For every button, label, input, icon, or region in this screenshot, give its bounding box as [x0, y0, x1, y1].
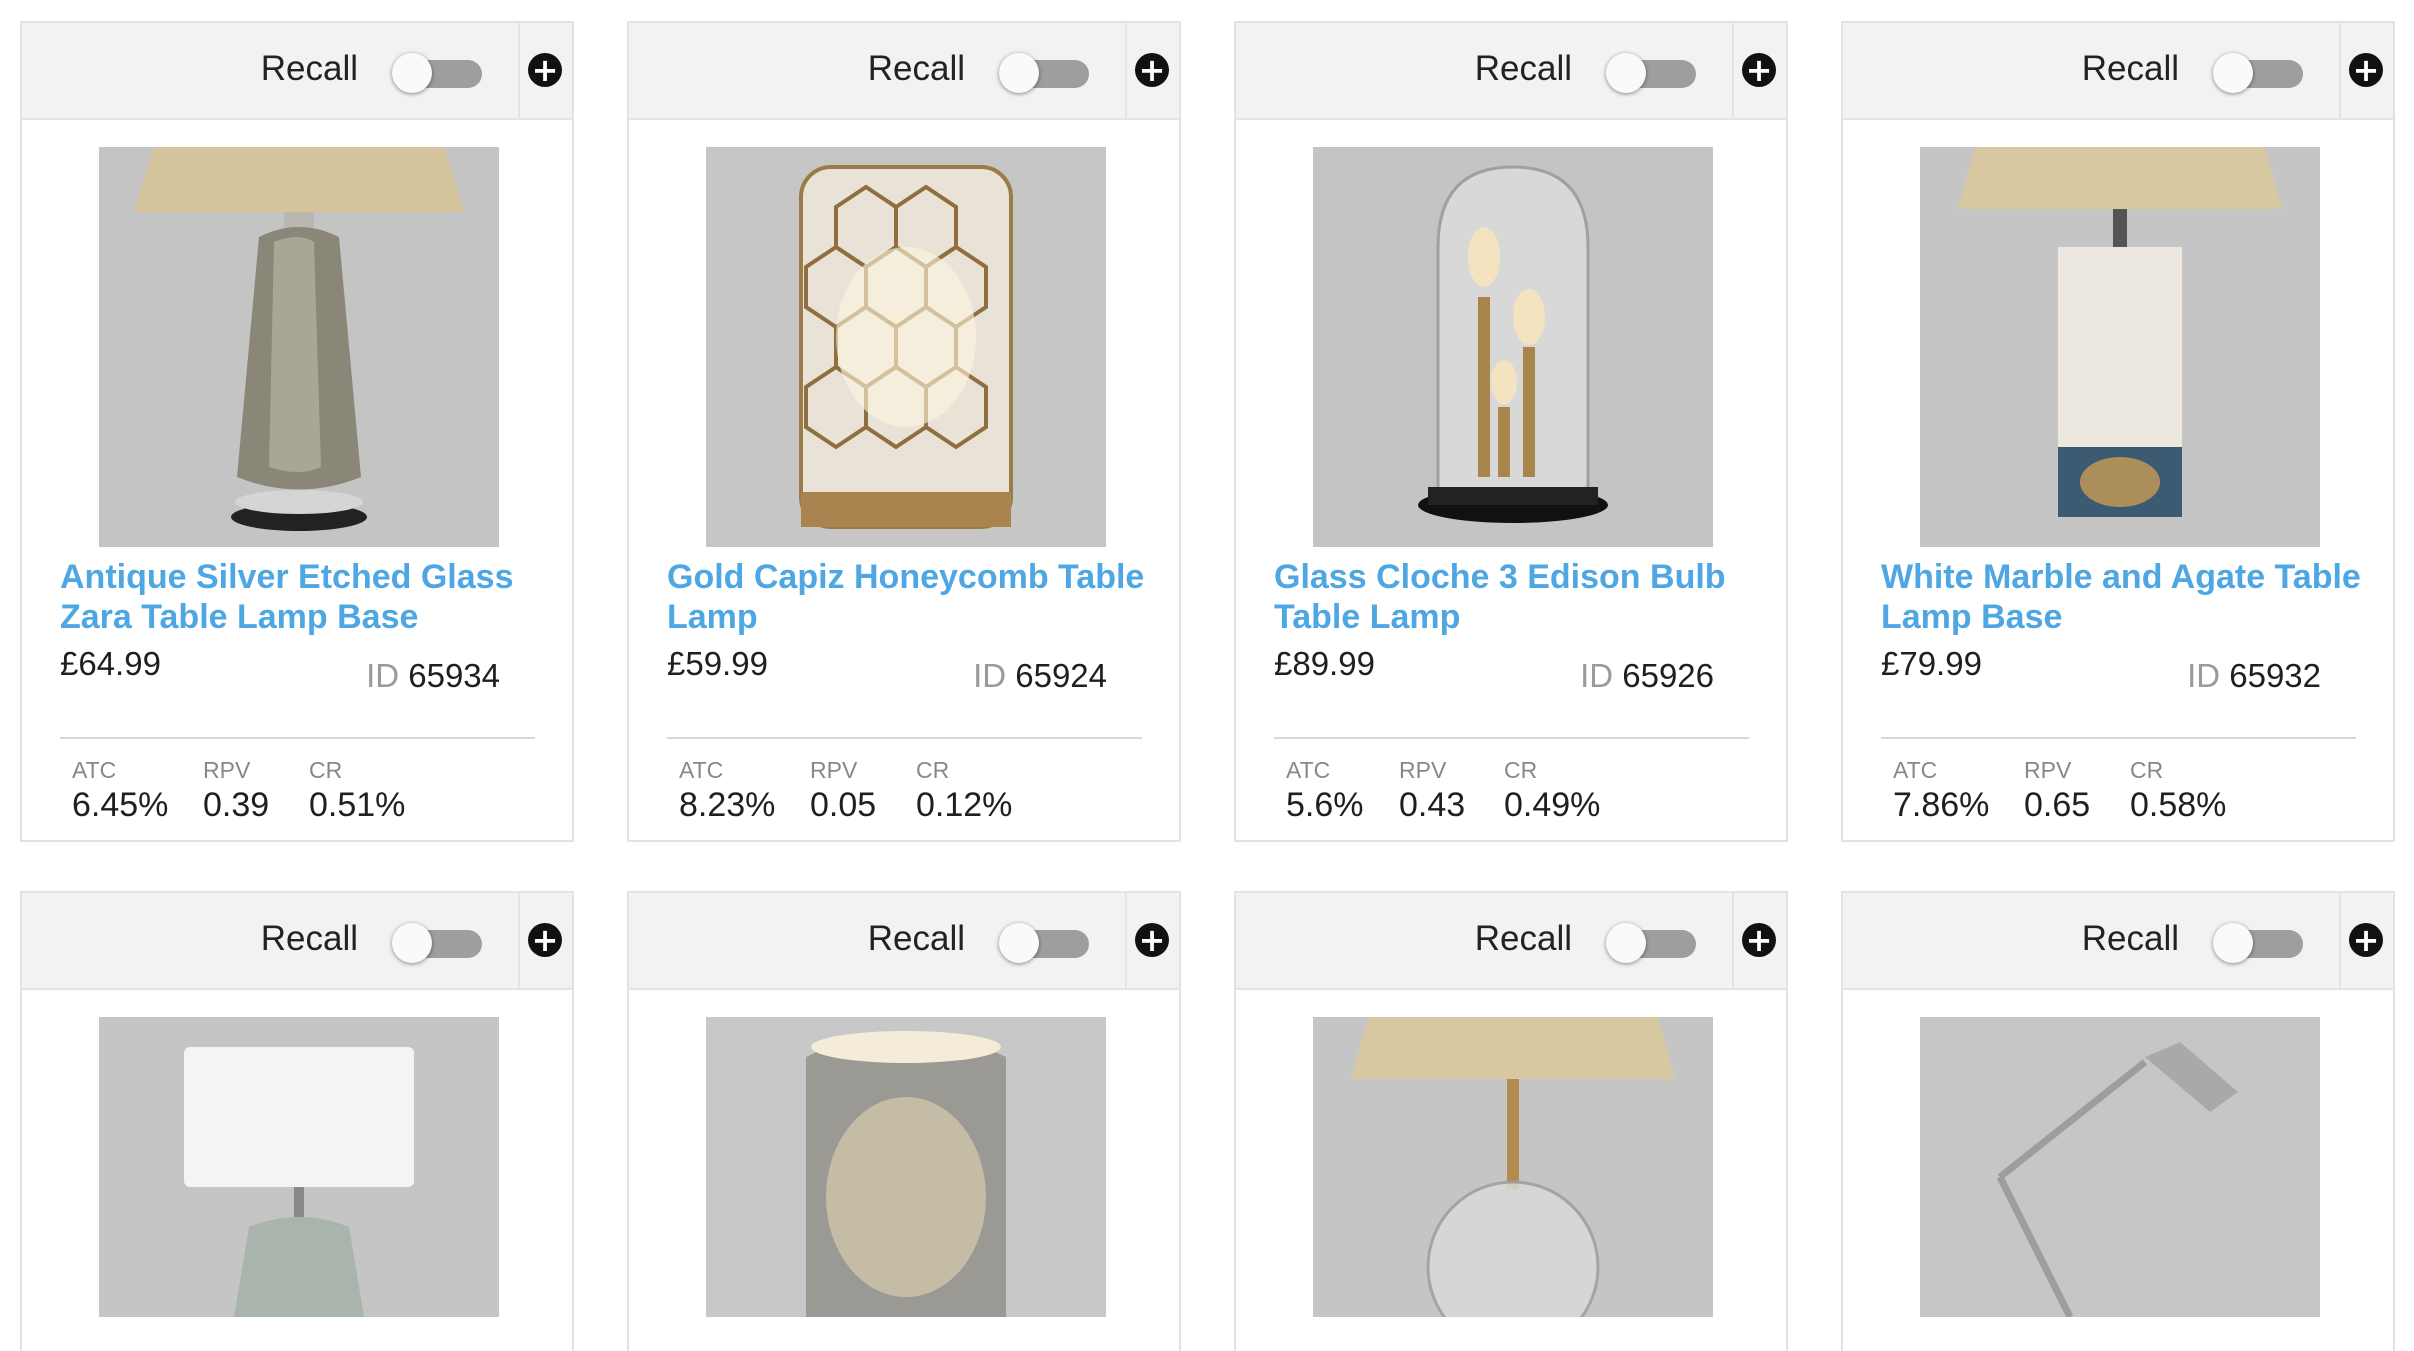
stat-atc: ATC 8.23%: [679, 757, 776, 824]
divider: [1274, 737, 1749, 739]
plus-circle-icon: +: [1135, 53, 1169, 87]
recall-toggle[interactable]: [999, 53, 1089, 93]
plus-circle-icon: +: [1742, 53, 1776, 87]
product-card: Recall +: [20, 891, 574, 1351]
product-card: Recall + Glass Cloche 3 Edison Bulb Tabl…: [1234, 21, 1788, 842]
stat-rpv: RPV 0.39: [203, 757, 270, 824]
divider: [1881, 737, 2356, 739]
recall-toggle[interactable]: [999, 923, 1089, 963]
plus-circle-icon: +: [528, 923, 562, 957]
card-header: Recall +: [1843, 893, 2393, 990]
product-id: ID 65926: [1580, 657, 1714, 694]
product-title-link[interactable]: Gold Capiz Honeycomb Table Lamp: [667, 557, 1157, 637]
recall-toggle[interactable]: [392, 923, 482, 963]
stat-cr: CR 0.49%: [1504, 757, 1601, 824]
stat-rpv: RPV 0.65: [2024, 757, 2091, 824]
stat-atc: ATC 6.45%: [72, 757, 169, 824]
add-button[interactable]: +: [1732, 23, 1786, 118]
card-header: Recall +: [1236, 23, 1786, 120]
product-image[interactable]: [99, 1017, 499, 1317]
recall-label: Recall: [867, 49, 965, 88]
card-header: Recall +: [1236, 893, 1786, 990]
add-button[interactable]: +: [518, 23, 572, 118]
product-image[interactable]: [706, 147, 1106, 547]
product-title-link[interactable]: Antique Silver Etched Glass Zara Table L…: [60, 557, 550, 637]
recall-label: Recall: [1474, 49, 1572, 88]
product-image[interactable]: [1313, 1017, 1713, 1317]
recall-label: Recall: [867, 919, 965, 958]
product-image[interactable]: [1920, 1017, 2320, 1317]
product-card: Recall +: [1234, 891, 1788, 1351]
plus-circle-icon: +: [1742, 923, 1776, 957]
product-card: Recall + Antique Silver Etched Glass Zar…: [20, 21, 574, 842]
plus-circle-icon: +: [2349, 53, 2383, 87]
recall-toggle[interactable]: [2213, 923, 2303, 963]
product-price: £89.99: [1274, 645, 1375, 682]
divider: [667, 737, 1142, 739]
recall-label: Recall: [260, 919, 358, 958]
card-header: Recall +: [629, 23, 1179, 120]
recall-label: Recall: [2081, 49, 2179, 88]
add-button[interactable]: +: [1125, 893, 1179, 988]
plus-circle-icon: +: [1135, 923, 1169, 957]
recall-toggle[interactable]: [1606, 923, 1696, 963]
product-title-link[interactable]: White Marble and Agate Table Lamp Base: [1881, 557, 2371, 637]
plus-circle-icon: +: [2349, 923, 2383, 957]
product-card: Recall +: [1841, 891, 2395, 1351]
recall-toggle[interactable]: [2213, 53, 2303, 93]
recall-label: Recall: [2081, 919, 2179, 958]
product-title-link[interactable]: Glass Cloche 3 Edison Bulb Table Lamp: [1274, 557, 1764, 637]
card-header: Recall +: [22, 893, 572, 990]
product-image[interactable]: [706, 1017, 1106, 1317]
product-price: £79.99: [1881, 645, 1982, 682]
add-button[interactable]: +: [1125, 23, 1179, 118]
card-header: Recall +: [1843, 23, 2393, 120]
product-id: ID 65932: [2187, 657, 2321, 694]
product-card: Recall + Gold Capiz Honeycomb Table Lamp…: [627, 21, 1181, 842]
stat-cr: CR 0.58%: [2130, 757, 2227, 824]
add-button[interactable]: +: [2339, 23, 2393, 118]
card-header: Recall +: [629, 893, 1179, 990]
recall-label: Recall: [1474, 919, 1572, 958]
divider: [60, 737, 535, 739]
product-id: ID 65924: [973, 657, 1107, 694]
product-image[interactable]: [99, 147, 499, 547]
product-price: £64.99: [60, 645, 161, 682]
stat-rpv: RPV 0.05: [810, 757, 877, 824]
product-id: ID 65934: [366, 657, 500, 694]
product-card: Recall + White Marble and Agate Table La…: [1841, 21, 2395, 842]
recall-label: Recall: [260, 49, 358, 88]
product-price: £59.99: [667, 645, 768, 682]
add-button[interactable]: +: [2339, 893, 2393, 988]
recall-toggle[interactable]: [392, 53, 482, 93]
stat-cr: CR 0.12%: [916, 757, 1013, 824]
stat-atc: ATC 7.86%: [1893, 757, 1990, 824]
plus-circle-icon: +: [528, 53, 562, 87]
product-image[interactable]: [1313, 147, 1713, 547]
card-header: Recall +: [22, 23, 572, 120]
recall-toggle[interactable]: [1606, 53, 1696, 93]
add-button[interactable]: +: [1732, 893, 1786, 988]
product-card: Recall +: [627, 891, 1181, 1351]
add-button[interactable]: +: [518, 893, 572, 988]
stat-atc: ATC 5.6%: [1286, 757, 1364, 824]
stat-rpv: RPV 0.43: [1399, 757, 1466, 824]
stat-cr: CR 0.51%: [309, 757, 406, 824]
product-image[interactable]: [1920, 147, 2320, 547]
